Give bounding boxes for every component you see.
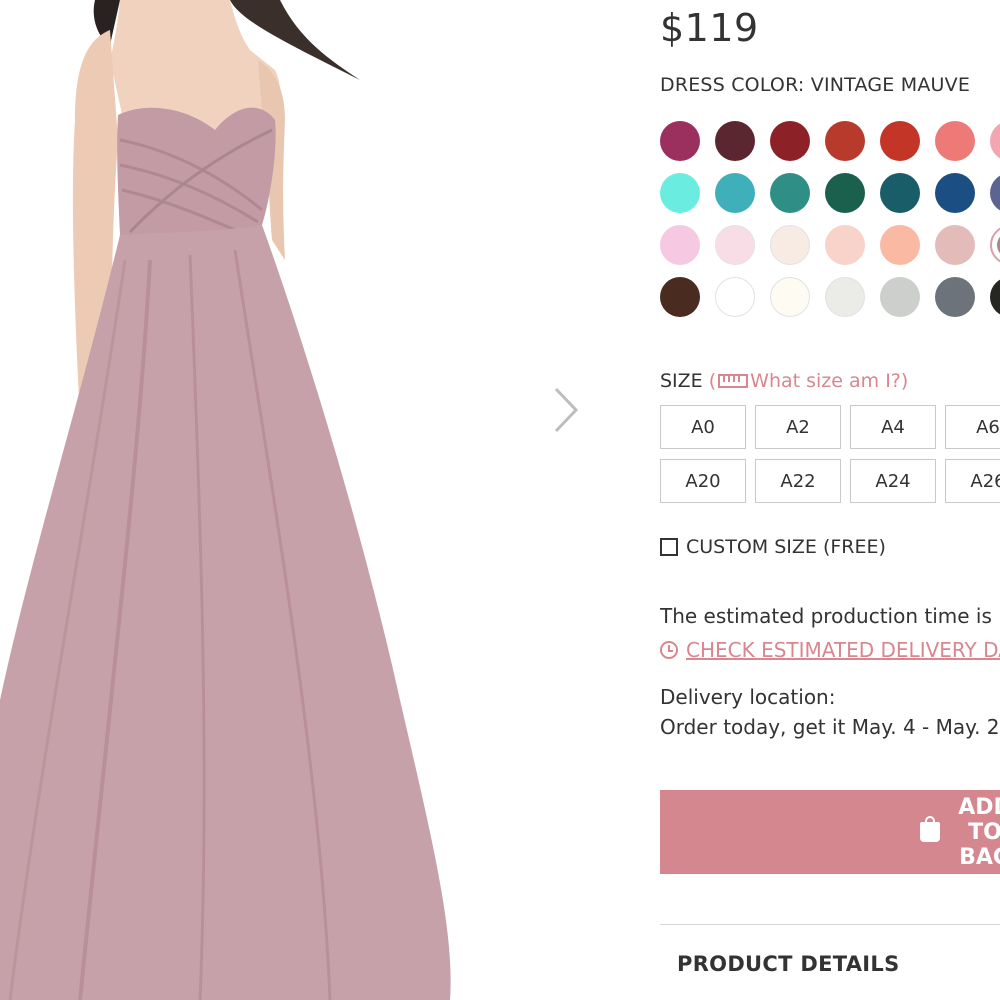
check-delivery-link[interactable]: CHECK ESTIMATED DELIVERY DATE	[660, 638, 1000, 662]
color-swatch[interactable]	[935, 277, 975, 317]
size-option-a20[interactable]: A20	[660, 459, 746, 503]
color-swatch[interactable]	[715, 277, 755, 317]
shopping-bag-icon	[920, 816, 940, 842]
custom-size-checkbox[interactable]	[660, 538, 678, 556]
size-option-a24[interactable]: A24	[850, 459, 936, 503]
dress-color-label: DRESS COLOR:	[660, 74, 805, 96]
delivery-location-label: Delivery location:	[660, 685, 836, 709]
color-swatch[interactable]	[715, 225, 755, 265]
dress-color-heading: DRESS COLOR: VINTAGE MAUVE	[660, 74, 970, 96]
color-swatch[interactable]	[770, 173, 810, 213]
size-option-a0[interactable]: A0	[660, 405, 746, 449]
size-option-a2[interactable]: A2	[755, 405, 841, 449]
color-swatch[interactable]	[660, 121, 700, 161]
color-swatch[interactable]	[770, 277, 810, 317]
color-swatch[interactable]	[825, 121, 865, 161]
color-swatch[interactable]	[990, 121, 1000, 161]
ruler-icon	[718, 374, 749, 388]
color-swatch[interactable]	[880, 121, 920, 161]
product-image[interactable]	[0, 0, 470, 1000]
custom-size-option[interactable]: CUSTOM SIZE (FREE)	[660, 536, 886, 558]
product-price: $119	[660, 6, 759, 50]
color-swatch[interactable]	[770, 225, 810, 265]
dress-photo	[0, 0, 451, 1000]
size-heading: SIZE (What size am I?)	[660, 370, 908, 392]
color-swatch[interactable]	[880, 277, 920, 317]
size-option-a6[interactable]: A6	[945, 405, 1000, 449]
color-swatch[interactable]	[990, 225, 1000, 265]
color-swatch[interactable]	[880, 225, 920, 265]
color-swatch[interactable]	[880, 173, 920, 213]
add-to-bag-label: ADD TO BAG	[958, 794, 1000, 870]
dress-color-value: VINTAGE MAUVE	[810, 74, 971, 96]
add-to-bag-button[interactable]: ADD TO BAG	[660, 790, 1000, 874]
size-option-a22[interactable]: A22	[755, 459, 841, 503]
clock-icon	[660, 641, 678, 659]
color-swatch[interactable]	[715, 121, 755, 161]
color-swatch[interactable]	[825, 225, 865, 265]
color-swatch[interactable]	[660, 277, 700, 317]
delivery-estimate-text: Order today, get it May. 4 - May. 20	[660, 715, 1000, 739]
production-time-text: The estimated production time is	[660, 604, 992, 628]
section-divider	[660, 924, 1000, 925]
color-swatch[interactable]	[935, 121, 975, 161]
color-swatch[interactable]	[825, 173, 865, 213]
color-swatch[interactable]	[990, 277, 1000, 317]
color-swatch[interactable]	[825, 277, 865, 317]
next-image-arrow-icon[interactable]	[548, 385, 584, 435]
color-swatch[interactable]	[935, 173, 975, 213]
size-option-a4[interactable]: A4	[850, 405, 936, 449]
check-delivery-label: CHECK ESTIMATED DELIVERY DATE	[686, 638, 1000, 662]
color-swatch[interactable]	[990, 173, 1000, 213]
color-swatch[interactable]	[715, 173, 755, 213]
color-swatch[interactable]	[935, 225, 975, 265]
size-label: SIZE	[660, 370, 703, 392]
product-panel: $119 DRESS COLOR: VINTAGE MAUVE SIZE (Wh…	[660, 0, 1000, 1000]
color-swatch[interactable]	[770, 121, 810, 161]
color-swatch[interactable]	[660, 173, 700, 213]
color-swatch[interactable]	[660, 225, 700, 265]
custom-size-label: CUSTOM SIZE (FREE)	[686, 536, 886, 558]
size-option-a26[interactable]: A26	[945, 459, 1000, 503]
size-guide-link[interactable]: (What size am I?)	[709, 370, 909, 392]
product-details-toggle[interactable]: PRODUCT DETAILS	[677, 952, 900, 976]
